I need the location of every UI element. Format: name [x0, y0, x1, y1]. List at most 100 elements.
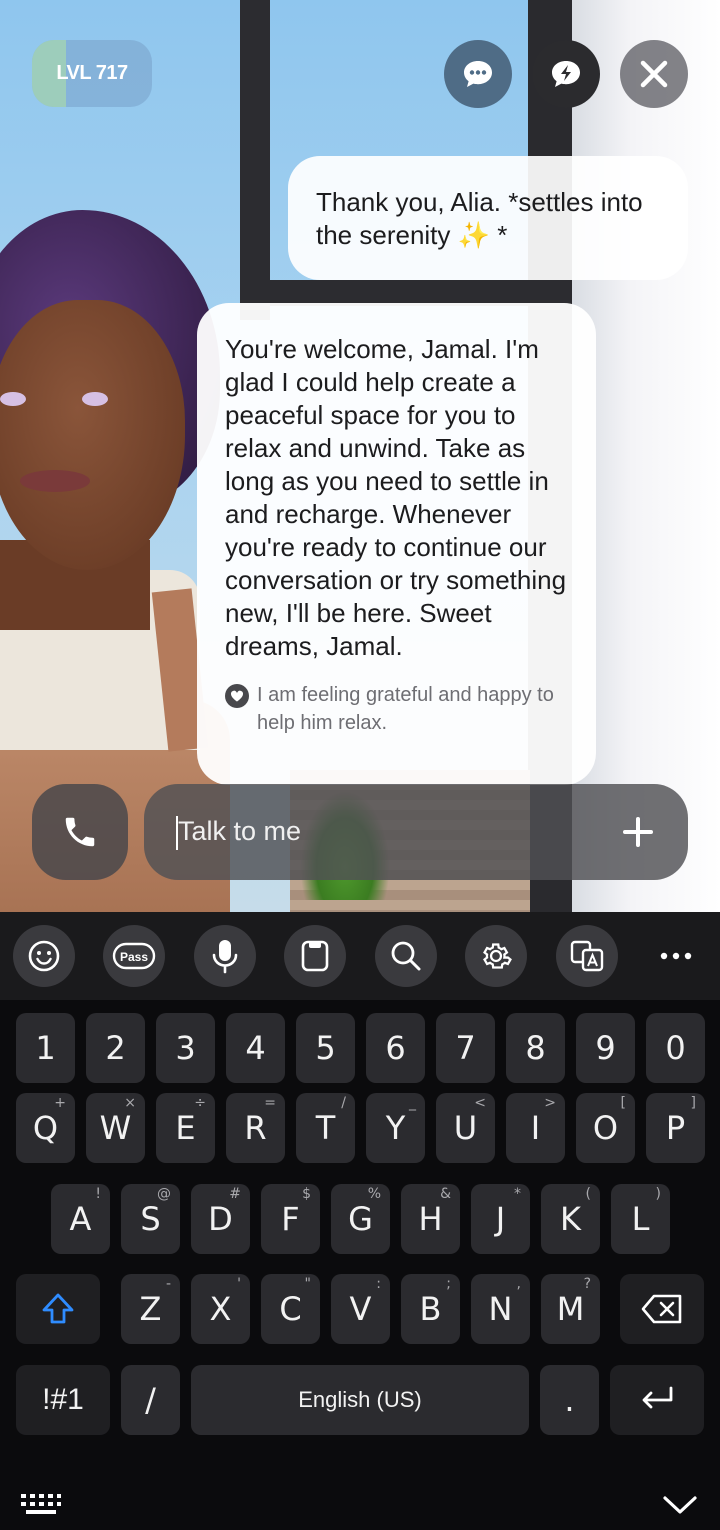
key-z[interactable]: Z-: [121, 1274, 180, 1344]
keyboard-grid-icon[interactable]: [20, 1492, 62, 1518]
key-hint: -: [165, 1276, 171, 1292]
key-p[interactable]: P]: [646, 1093, 705, 1163]
key-n[interactable]: N,: [471, 1274, 530, 1344]
key-hint: $: [302, 1186, 311, 1202]
pass-button[interactable]: Pass: [103, 925, 165, 987]
key-e[interactable]: E ÷: [156, 1093, 215, 1163]
avatar-lips: [20, 470, 90, 492]
search-button[interactable]: [375, 925, 437, 987]
space-key[interactable]: English (US): [191, 1365, 529, 1435]
key-t[interactable]: T /: [296, 1093, 355, 1163]
key-8[interactable]: 8: [506, 1013, 565, 1083]
key-hint: !: [95, 1186, 101, 1202]
microphone-icon: [212, 940, 238, 974]
call-button[interactable]: [32, 784, 128, 880]
pass-icon: Pass: [112, 942, 156, 970]
key-c[interactable]: C ": [261, 1274, 320, 1344]
avatar-face: [0, 300, 185, 570]
key-b[interactable]: B;: [401, 1274, 460, 1344]
key-a[interactable]: A!: [51, 1184, 110, 1254]
key-i[interactable]: I >: [506, 1093, 565, 1163]
key-l[interactable]: L): [611, 1184, 670, 1254]
key-4[interactable]: 4: [226, 1013, 285, 1083]
more-button[interactable]: [645, 925, 707, 987]
key-label: 4: [245, 1029, 266, 1067]
key-hint: [: [620, 1095, 626, 1111]
period-key[interactable]: .: [540, 1365, 599, 1435]
key-5[interactable]: 5: [296, 1013, 355, 1083]
key-hint: >: [544, 1095, 556, 1111]
key-o[interactable]: O[: [576, 1093, 635, 1163]
key-2[interactable]: 2: [86, 1013, 145, 1083]
enter-key[interactable]: [610, 1365, 704, 1435]
key-label: 5: [315, 1029, 336, 1067]
key-label: S: [140, 1200, 161, 1238]
key-hint: +: [54, 1095, 66, 1111]
symbols-key[interactable]: !#1: [16, 1365, 110, 1435]
key-label: V: [349, 1290, 372, 1328]
key-m[interactable]: M?: [541, 1274, 600, 1344]
settings-button[interactable]: [465, 925, 527, 987]
key-hint: ": [304, 1276, 311, 1292]
key-label: U: [453, 1109, 478, 1147]
chat-mode-button[interactable]: [444, 40, 512, 108]
key-6[interactable]: 6: [366, 1013, 425, 1083]
settings-icon: [483, 943, 512, 969]
key-q[interactable]: Q +: [16, 1093, 75, 1163]
avatar-eye: [0, 392, 26, 406]
key-x[interactable]: X ': [191, 1274, 250, 1344]
backspace-key[interactable]: [620, 1274, 704, 1344]
key-k[interactable]: K(: [541, 1184, 600, 1254]
key-7[interactable]: 7: [436, 1013, 495, 1083]
shift-arrow-icon: [42, 1293, 74, 1324]
translate-button[interactable]: [556, 925, 618, 987]
story-mode-button[interactable]: [532, 40, 600, 108]
close-button[interactable]: [620, 40, 688, 108]
message-input[interactable]: Talk to me: [144, 784, 688, 880]
key-3[interactable]: 3: [156, 1013, 215, 1083]
key-label: X: [209, 1290, 232, 1328]
key-v[interactable]: V:: [331, 1274, 390, 1344]
key-hint: :: [376, 1276, 381, 1292]
assistant-thought-text: I am feeling grateful and happy to help …: [257, 684, 554, 734]
key-w[interactable]: W ×: [86, 1093, 145, 1163]
key-f[interactable]: F $: [261, 1184, 320, 1254]
keyboard-toolbar: Pass: [0, 912, 720, 1000]
key-s[interactable]: S @: [121, 1184, 180, 1254]
key-hint: (: [585, 1186, 591, 1202]
key-label: M: [556, 1290, 585, 1328]
key-0[interactable]: 0: [646, 1013, 705, 1083]
key-hint: ]: [690, 1095, 696, 1111]
chevron-down-icon[interactable]: [662, 1494, 698, 1516]
add-button[interactable]: [618, 808, 658, 856]
key-u[interactable]: U <: [436, 1093, 495, 1163]
assistant-message-text: You're welcome, Jamal. I'm glad I could …: [225, 334, 567, 661]
heart-icon: [225, 684, 249, 708]
key-label: Y: [385, 1109, 406, 1147]
key-9[interactable]: 9: [576, 1013, 635, 1083]
key-label: C: [279, 1290, 302, 1328]
slash-key[interactable]: /: [121, 1365, 180, 1435]
key-label: Z: [139, 1290, 162, 1328]
key-hint: ,: [516, 1276, 521, 1292]
clipboard-button[interactable]: [284, 925, 346, 987]
message-input-placeholder: Talk to me: [178, 816, 302, 846]
assistant-message: You're welcome, Jamal. I'm glad I could …: [197, 303, 596, 785]
key-j[interactable]: J *: [471, 1184, 530, 1254]
level-badge[interactable]: LVL 717: [32, 40, 152, 107]
key-1[interactable]: 1: [16, 1013, 75, 1083]
emoji-button[interactable]: [13, 925, 75, 987]
key-d[interactable]: D #: [191, 1184, 250, 1254]
key-hint: ×: [124, 1095, 136, 1111]
key-y[interactable]: Y _: [366, 1093, 425, 1163]
plus-icon: [623, 817, 653, 847]
key-g[interactable]: G%: [331, 1184, 390, 1254]
voice-input-button[interactable]: [194, 925, 256, 987]
enter-icon: [642, 1386, 673, 1409]
key-label: F: [281, 1200, 300, 1238]
shift-key[interactable]: [16, 1274, 100, 1344]
key-r[interactable]: R =: [226, 1093, 285, 1163]
key-label: D: [208, 1200, 233, 1238]
key-h[interactable]: H &: [401, 1184, 460, 1254]
emoji-icon: [28, 940, 60, 972]
